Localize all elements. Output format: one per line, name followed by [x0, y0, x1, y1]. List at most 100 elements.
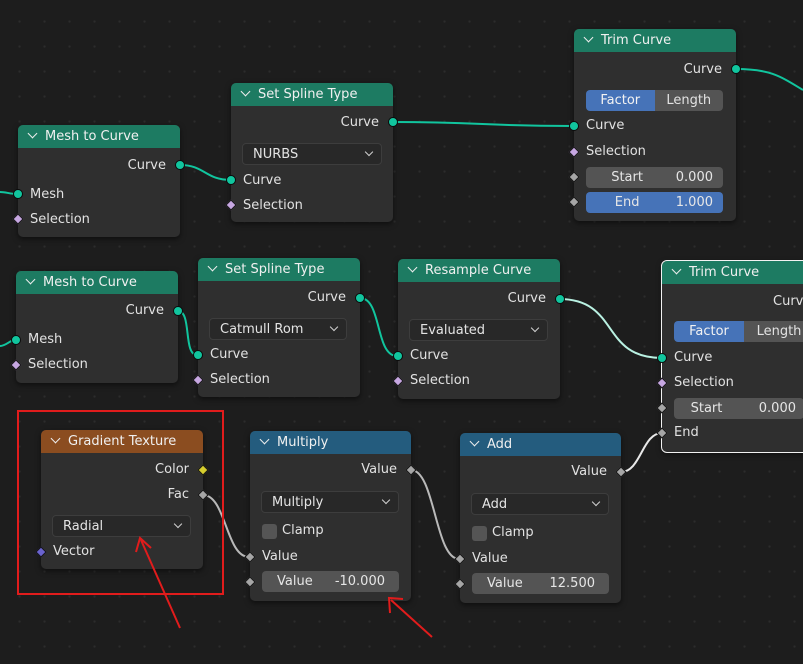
input-mesh-socket[interactable] [13, 189, 23, 199]
node-header[interactable]: Add [460, 433, 621, 456]
dropdown-value: Evaluated [420, 323, 486, 338]
mode-toggle[interactable]: Factor Length [674, 321, 803, 342]
input-curve-label: Curve [674, 350, 713, 365]
selection-socket-icon[interactable] [568, 146, 580, 158]
chevron-down-icon[interactable] [583, 32, 594, 43]
node-header[interactable]: Trim Curve [662, 261, 803, 284]
node-set-spline-type-1[interactable]: Set Spline Type Curve NURBS Curve Select… [225, 83, 398, 222]
output-value-label: Value [571, 464, 607, 479]
input-selection-label: Selection [210, 372, 270, 387]
input-curve-socket[interactable] [226, 175, 236, 185]
value-field[interactable]: Value -10.000 [262, 571, 399, 592]
selection-socket-icon[interactable] [10, 359, 22, 371]
node-trim-curve-2[interactable]: Trim Curve Curve Factor Length Curve Sel… [656, 260, 803, 453]
chevron-down-icon[interactable] [27, 128, 38, 139]
selection-socket-icon[interactable] [225, 199, 237, 211]
chevron-down-icon[interactable] [671, 264, 682, 275]
value-socket-icon[interactable] [244, 576, 256, 588]
node-add[interactable]: Add Value Add Clamp Value Value 12.500 [454, 433, 627, 603]
chevron-down-icon[interactable] [469, 436, 480, 447]
output-curve-socket[interactable] [731, 64, 741, 74]
node-mesh-to-curve-2[interactable]: Mesh to Curve Curve Mesh Selection [10, 271, 183, 383]
end-field[interactable]: End 1.000 [586, 192, 723, 213]
node-header[interactable]: Set Spline Type [231, 83, 393, 106]
input-curve-socket[interactable] [393, 351, 403, 361]
mode-length-button[interactable]: Length [654, 90, 723, 111]
field-value: 0.000 [758, 401, 796, 416]
resample-mode-dropdown[interactable]: Evaluated [409, 319, 548, 341]
spline-type-dropdown[interactable]: Catmull Rom [209, 318, 347, 340]
node-trim-curve-1[interactable]: Trim Curve Curve Factor Length Curve Sel… [568, 29, 741, 221]
start-field[interactable]: Start 0.000 [586, 167, 723, 188]
selection-socket-icon[interactable] [392, 375, 404, 387]
clamp-label: Clamp [282, 523, 324, 538]
node-header[interactable]: Mesh to Curve [16, 271, 178, 294]
output-curve-socket[interactable] [555, 294, 565, 304]
link-add-to-trim-2-end [620, 432, 663, 473]
node-title: Set Spline Type [225, 262, 325, 277]
output-curve-socket[interactable] [175, 160, 185, 170]
output-curve-label: Curve [773, 294, 803, 309]
input-selection-label: Selection [28, 357, 88, 372]
chevron-down-icon[interactable] [259, 434, 270, 445]
field-value: 12.500 [549, 576, 596, 591]
value-field[interactable]: Value 12.500 [472, 573, 609, 594]
selection-socket-icon[interactable] [192, 374, 204, 386]
start-socket-icon[interactable] [656, 402, 668, 414]
chevron-down-icon [530, 323, 540, 333]
chevron-down-icon[interactable] [240, 86, 251, 97]
end-socket-icon[interactable] [656, 427, 668, 439]
mode-factor-button[interactable]: Factor [674, 321, 744, 342]
node-set-spline-type-2[interactable]: Set Spline Type Curve Catmull Rom Curve … [192, 258, 365, 397]
field-value: -10.000 [334, 574, 385, 589]
node-title: Add [487, 437, 513, 452]
value-socket-icon[interactable] [615, 466, 627, 478]
node-resample-curve[interactable]: Resample Curve Curve Evaluated Curve Sel… [392, 259, 565, 399]
output-curve-socket[interactable] [355, 293, 365, 303]
start-field[interactable]: Start 0.000 [674, 398, 803, 419]
chevron-down-icon[interactable] [25, 274, 36, 285]
output-curve-socket[interactable] [388, 117, 398, 127]
clamp-checkbox[interactable] [472, 526, 487, 541]
value-socket-icon[interactable] [405, 464, 417, 476]
value-socket-icon[interactable] [454, 578, 466, 590]
input-mesh-label: Mesh [30, 187, 65, 202]
clamp-checkbox[interactable] [262, 524, 277, 539]
output-value-label: Value [361, 462, 397, 477]
selection-socket-icon[interactable] [12, 213, 24, 225]
node-mesh-to-curve-1[interactable]: Mesh to Curve Curve Mesh Selection [12, 125, 185, 237]
chevron-down-icon[interactable] [207, 261, 218, 272]
node-title: Multiply [277, 435, 329, 450]
chevron-down-icon[interactable] [407, 262, 418, 273]
mode-toggle[interactable]: Factor Length [586, 90, 723, 111]
chevron-down-icon [591, 497, 601, 507]
selection-socket-icon[interactable] [656, 377, 668, 389]
node-header[interactable]: Set Spline Type [198, 258, 360, 281]
node-header[interactable]: Trim Curve [574, 29, 736, 52]
input-curve-socket[interactable] [569, 121, 579, 131]
start-socket-icon[interactable] [568, 171, 580, 183]
input-value-label: Value [262, 549, 298, 564]
node-header[interactable]: Mesh to Curve [18, 125, 180, 148]
node-multiply[interactable]: Multiply Value Multiply Clamp Value Valu… [244, 431, 417, 601]
end-socket-icon[interactable] [568, 196, 580, 208]
value-socket-icon[interactable] [244, 551, 256, 563]
node-header[interactable]: Multiply [250, 431, 411, 454]
input-selection-label: Selection [243, 198, 303, 213]
mode-length-button[interactable]: Length [744, 321, 803, 342]
node-title: Trim Curve [689, 265, 760, 280]
value-socket-icon[interactable] [454, 553, 466, 565]
input-mesh-socket[interactable] [11, 335, 21, 345]
spline-type-dropdown[interactable]: NURBS [242, 143, 382, 165]
input-curve-socket[interactable] [193, 350, 203, 360]
node-header[interactable]: Resample Curve [398, 259, 560, 282]
field-value: 0.000 [675, 170, 713, 185]
output-curve-label: Curve [307, 290, 346, 305]
annotation-highlight-box [17, 410, 224, 595]
input-curve-label: Curve [410, 348, 449, 363]
output-curve-socket[interactable] [173, 306, 183, 316]
input-curve-socket[interactable] [657, 353, 667, 363]
operation-dropdown[interactable]: Multiply [261, 491, 399, 513]
mode-factor-button[interactable]: Factor [586, 90, 655, 111]
operation-dropdown[interactable]: Add [471, 493, 609, 515]
